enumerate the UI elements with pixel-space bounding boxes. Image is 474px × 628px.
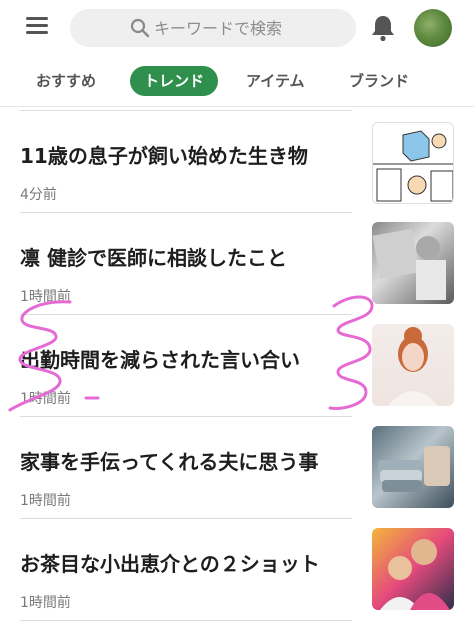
category-tabs: おすすめ トレンド アイテム ブランド — [0, 62, 474, 98]
app-header — [0, 0, 474, 56]
menu-icon[interactable] — [26, 17, 48, 35]
bell-icon[interactable] — [370, 14, 396, 42]
article-title: お茶目な小出恵介との２ショット — [20, 552, 320, 576]
article-thumbnail — [372, 528, 454, 610]
avatar[interactable] — [414, 9, 452, 47]
tab-item[interactable]: アイテム — [246, 66, 305, 96]
tab-brand[interactable]: ブランド — [349, 66, 409, 96]
tab-osusume[interactable]: おすすめ — [36, 66, 96, 96]
article-item-3[interactable]: 出勤時間を減らされた言い合い 1時間前 — [0, 324, 474, 424]
search-bar[interactable] — [70, 9, 356, 47]
row-divider — [20, 620, 352, 621]
article-item-5[interactable]: お茶目な小出恵介との２ショット 1時間前 — [0, 528, 474, 628]
article-item-4[interactable]: 家事を手伝ってくれる夫に思う事 1時間前 — [0, 426, 474, 526]
article-title: 11歳の息子が飼い始めた生き物 — [20, 144, 308, 168]
article-time: 1時間前 — [20, 493, 71, 509]
search-input[interactable] — [154, 15, 344, 41]
article-time: 4分前 — [20, 187, 57, 203]
row-divider — [20, 518, 352, 519]
tab-trend[interactable]: トレンド — [130, 66, 219, 96]
article-thumbnail — [372, 426, 454, 508]
row-divider — [20, 212, 352, 213]
article-time: 1時間前 — [20, 391, 71, 407]
article-time: 1時間前 — [20, 289, 71, 305]
article-thumbnail — [372, 122, 454, 204]
row-divider — [20, 110, 352, 111]
article-title: 凛 健診で医師に相談したこと — [20, 246, 287, 270]
article-item-1[interactable]: 11歳の息子が飼い始めた生き物 4分前 — [0, 120, 474, 220]
article-thumbnail — [372, 324, 454, 406]
article-title: 家事を手伝ってくれる夫に思う事 — [20, 450, 319, 474]
article-thumbnail — [372, 222, 454, 304]
search-icon — [130, 18, 150, 38]
article-time: 1時間前 — [20, 595, 71, 611]
article-title: 出勤時間を減らされた言い合い — [20, 348, 300, 372]
row-divider — [20, 416, 352, 417]
row-divider — [20, 314, 352, 315]
tabs-divider — [0, 106, 474, 107]
article-item-2[interactable]: 凛 健診で医師に相談したこと 1時間前 — [0, 222, 474, 322]
